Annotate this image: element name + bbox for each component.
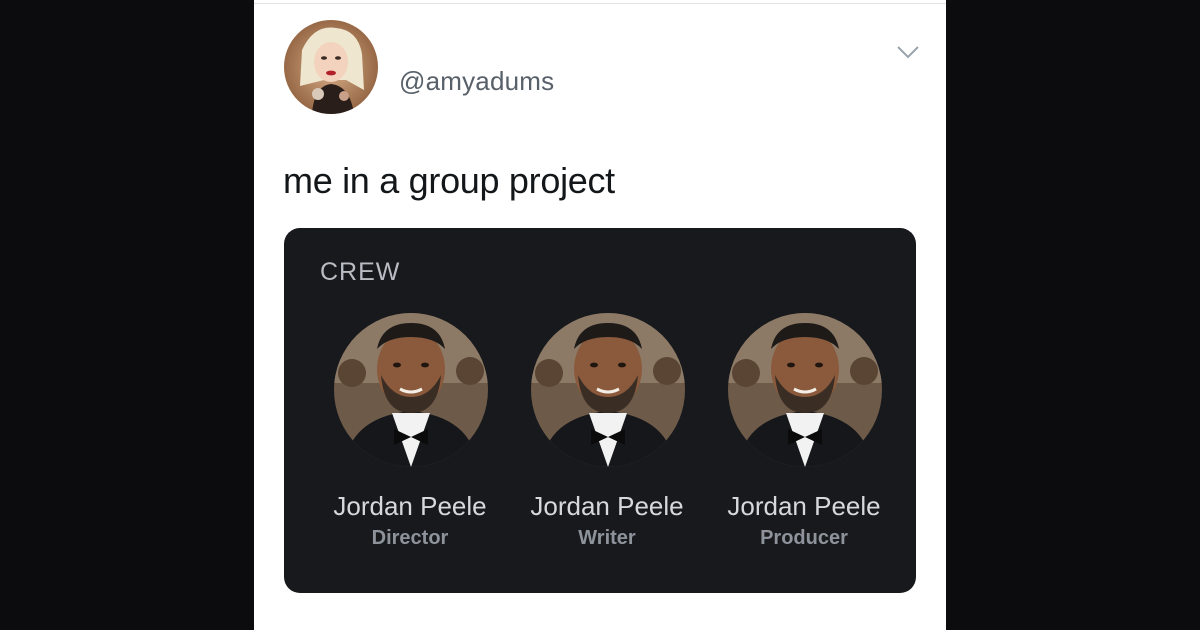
tweet-text: me in a group project — [283, 160, 615, 201]
divider — [254, 3, 946, 4]
crew-member-card[interactable]: Jordan Peele Producer — [706, 313, 902, 573]
crew-member-role: Writer — [578, 527, 636, 549]
crew-member-card[interactable]: Jordan Peele Director — [312, 313, 508, 573]
crew-member-photo[interactable] — [334, 313, 488, 467]
crew-member-role: Director — [371, 527, 449, 549]
chevron-down-icon[interactable] — [895, 44, 921, 60]
user-handle[interactable]: @amyadums — [399, 66, 554, 97]
crew-member-role: Producer — [760, 527, 848, 549]
crew-member-card[interactable]: Jordan Peele Writer — [509, 313, 705, 573]
crew-member-name[interactable]: Jordan Peele — [509, 491, 705, 522]
tweet-card: @amyadums me in a group project CREW Jor… — [254, 0, 946, 630]
crew-member-name[interactable]: Jordan Peele — [312, 491, 508, 522]
crew-panel: CREW Jordan Peele Director Jordan Peele … — [284, 228, 916, 593]
crew-member-photo[interactable] — [531, 313, 685, 467]
crew-heading: CREW — [320, 258, 401, 286]
crew-member-name[interactable]: Jordan Peele — [706, 491, 902, 522]
user-avatar[interactable] — [284, 20, 378, 114]
crew-member-photo[interactable] — [728, 313, 882, 467]
